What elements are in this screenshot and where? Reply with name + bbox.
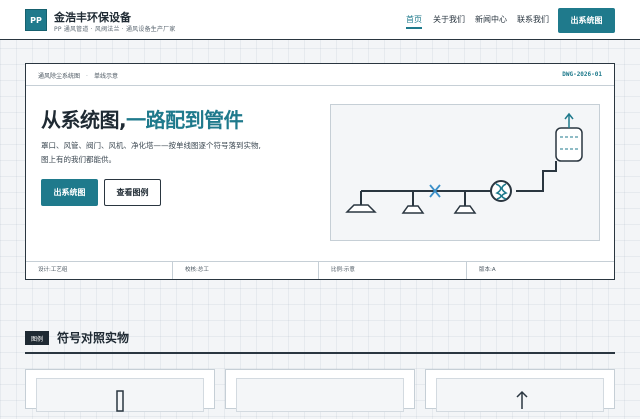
nav-about[interactable]: 关于我们 xyxy=(433,14,465,25)
header-cta-button[interactable]: 出系统图 xyxy=(558,8,615,33)
primary-button[interactable]: 出系统图 xyxy=(41,179,98,206)
scrubber-tower-icon xyxy=(555,112,583,162)
legend-card[interactable] xyxy=(225,369,415,412)
duct-lines xyxy=(360,161,557,206)
breadcrumb-separator: · xyxy=(86,73,88,80)
nav-contact[interactable]: 联系我们 xyxy=(517,14,549,25)
brand-name[interactable]: 金浩丰环保设备 xyxy=(54,9,131,25)
meta-designer: 设计:工艺组 xyxy=(38,267,68,273)
hero-description: 罩口、风管、阀门、风机、净化塔——按单线图逐个符号落到实物,图上有的我们都能供。 xyxy=(41,141,261,164)
legend-card-preview xyxy=(436,378,604,412)
hood-icon xyxy=(453,205,477,214)
legend-card-preview xyxy=(236,378,404,412)
drawing-meta-bar: 设计:工艺组 校核:总工 比例:示意 版本:A xyxy=(26,261,614,279)
legend-button[interactable]: 查看图例 xyxy=(104,179,161,206)
breadcrumb-item: 单线示意 xyxy=(93,73,118,80)
drawing-title-bar: 通风除尘系统图 · 单线示意 DWG-2026-01 xyxy=(26,64,614,86)
outlet-duct xyxy=(516,161,557,192)
breadcrumb-item[interactable]: 通风除尘系统图 xyxy=(38,73,80,80)
fan-icon xyxy=(490,180,512,202)
nav-home[interactable]: 首页 xyxy=(406,14,422,29)
meta-version: 版本:A xyxy=(466,262,614,279)
hood-icon xyxy=(345,204,377,213)
outlet-symbol-icon xyxy=(516,390,528,409)
legend-card-preview xyxy=(36,378,204,412)
drawing-number: DWG-2026-01 xyxy=(562,71,602,78)
riser-symbol-icon xyxy=(116,390,124,412)
nav-news[interactable]: 新闻中心 xyxy=(475,14,507,25)
section-title: 符号对照实物 xyxy=(57,331,130,345)
section-badge: 图例 xyxy=(25,331,49,345)
legend-card[interactable] xyxy=(25,369,215,412)
system-diagram xyxy=(330,104,600,241)
site-header: PP 金浩丰环保设备 PP 通风管道 · 风阀法兰 · 通风设备生产厂家 首页 … xyxy=(0,0,640,40)
hood-icons xyxy=(345,204,477,214)
hero-drawing-frame: 通风除尘系统图 · 单线示意 DWG-2026-01 从系统图,一路配到管件 罩口、… xyxy=(25,63,615,280)
breadcrumb: 通风除尘系统图 · 单线示意 xyxy=(38,71,118,80)
hero-title-accent: 一路配到管件 xyxy=(126,108,244,132)
hero-title-main: 从系统图, xyxy=(41,108,127,132)
legend-card[interactable] xyxy=(425,369,615,412)
hero-title: 从系统图,一路配到管件 xyxy=(41,104,244,133)
brand-tagline: PP 通风管道 · 风阀法兰 · 通风设备生产厂家 xyxy=(54,26,176,33)
hood-icon xyxy=(401,205,425,214)
meta-scale: 比例:示意 xyxy=(318,262,466,279)
meta-checker: 校核:总工 xyxy=(172,262,318,279)
logo[interactable]: PP xyxy=(25,9,47,31)
single-line-diagram xyxy=(345,112,583,214)
section-divider xyxy=(25,352,615,354)
